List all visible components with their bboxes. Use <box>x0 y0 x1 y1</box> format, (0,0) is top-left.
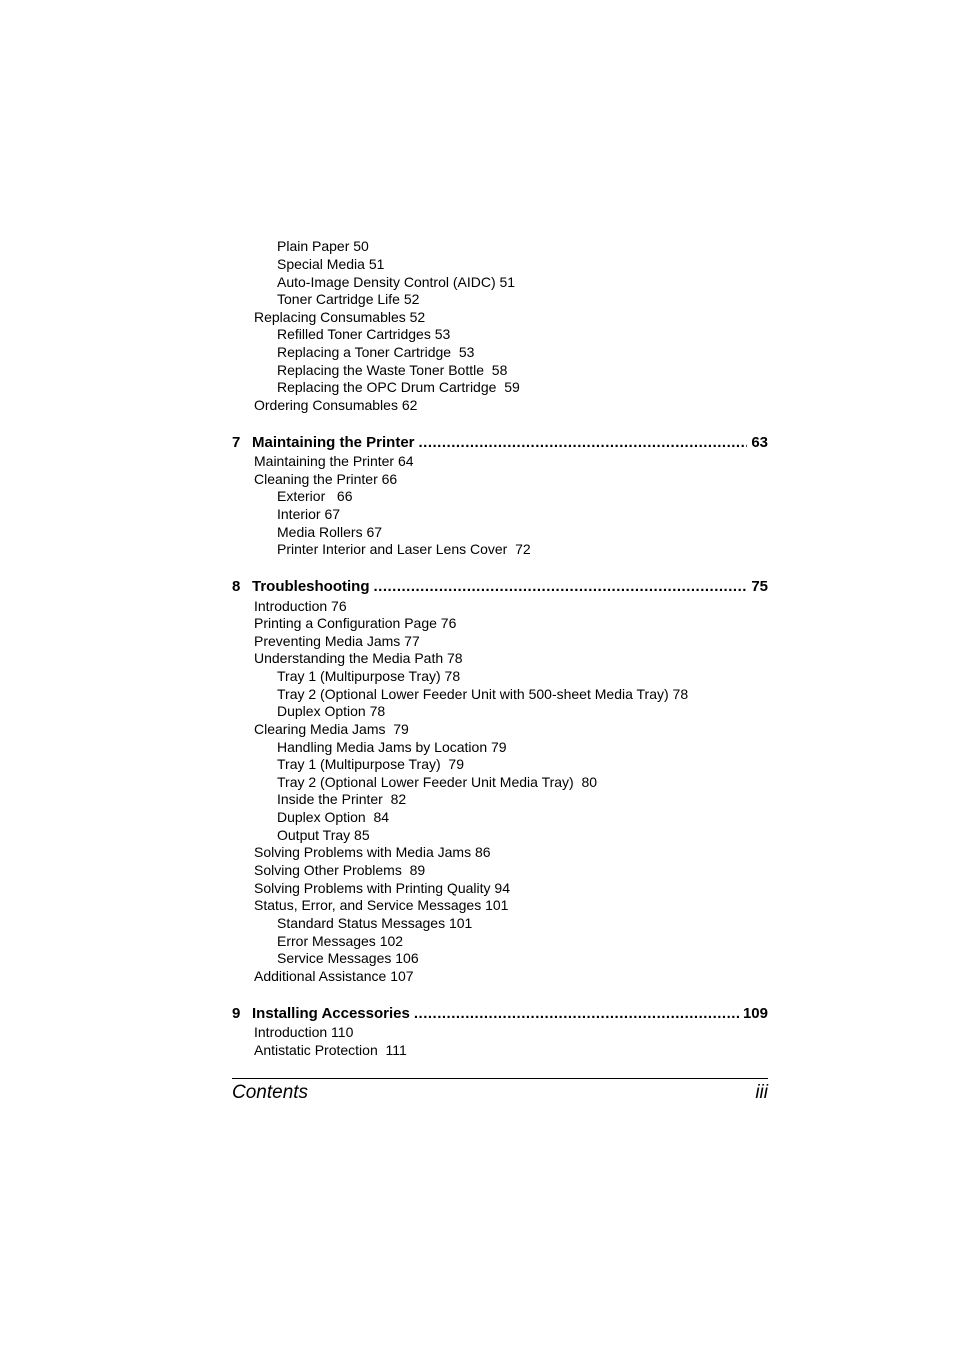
toc-entry[interactable]: Solving Problems with Media Jams 86 <box>254 844 491 861</box>
chapter-page: 63 <box>751 434 768 451</box>
dot-leader <box>414 1005 739 1023</box>
toc-entry[interactable]: Solving Problems with Printing Quality 9… <box>254 880 510 897</box>
toc-entry[interactable]: Printer Interior and Laser Lens Cover 72 <box>277 541 531 558</box>
toc-entry[interactable]: Solving Other Problems 89 <box>254 862 425 879</box>
chapter-number: 7 <box>232 434 241 451</box>
toc-entry[interactable]: Refilled Toner Cartridges 53 <box>277 326 450 343</box>
footer-page-number: iii <box>755 1082 768 1103</box>
toc-entry[interactable]: Ordering Consumables 62 <box>254 397 417 414</box>
toc-entry[interactable]: Tray 2 (Optional Lower Feeder Unit Media… <box>277 774 597 791</box>
chapter-title: Installing Accessories <box>252 1005 410 1022</box>
toc-entry[interactable]: Replacing Consumables 52 <box>254 309 425 326</box>
toc-entry[interactable]: Interior 67 <box>277 506 340 523</box>
toc-entry[interactable]: Media Rollers 67 <box>277 524 382 541</box>
toc-entry[interactable]: Error Messages 102 <box>277 933 403 950</box>
toc-entry[interactable]: Printing a Configuration Page 76 <box>254 615 456 632</box>
footer-section-title: Contents <box>232 1082 309 1103</box>
toc-entry[interactable]: Handling Media Jams by Location 79 <box>277 739 507 756</box>
footer-divider <box>232 1078 768 1079</box>
toc-entry[interactable]: Special Media 51 <box>277 256 384 273</box>
toc-entry[interactable]: Duplex Option 78 <box>277 703 385 720</box>
dot-leader <box>419 434 748 452</box>
toc-entry[interactable]: Toner Cartridge Life 52 <box>277 291 419 308</box>
chapter-page: 75 <box>751 578 768 595</box>
toc-entry[interactable]: Service Messages 106 <box>277 950 419 967</box>
toc-entry[interactable]: Preventing Media Jams 77 <box>254 633 420 650</box>
chapter-heading-9[interactable]: 9 Installing Accessories 109 <box>232 1005 768 1023</box>
toc-entry[interactable]: Cleaning the Printer 66 <box>254 471 397 488</box>
toc-entry[interactable]: Introduction 76 <box>254 598 347 615</box>
chapter-number: 9 <box>232 1005 241 1022</box>
toc-entry[interactable]: Status, Error, and Service Messages 101 <box>254 897 508 914</box>
toc-entry[interactable]: Understanding the Media Path 78 <box>254 650 463 667</box>
toc-entry[interactable]: Plain Paper 50 <box>277 238 369 255</box>
toc-entry[interactable]: Standard Status Messages 101 <box>277 915 472 932</box>
toc-entry[interactable]: Inside the Printer 82 <box>277 791 406 808</box>
toc-entry[interactable]: Antistatic Protection 111 <box>254 1042 407 1059</box>
chapter-page: 109 <box>742 1005 768 1022</box>
toc-entry[interactable]: Auto-Image Density Control (AIDC) 51 <box>277 274 515 291</box>
toc-entry[interactable]: Replacing the Waste Toner Bottle 58 <box>277 362 507 379</box>
chapter-number: 8 <box>232 578 241 595</box>
chapter-heading-7[interactable]: 7 Maintaining the Printer 63 <box>232 434 768 452</box>
toc-entry[interactable]: Clearing Media Jams 79 <box>254 721 409 738</box>
toc-entry[interactable]: Exterior 66 <box>277 488 352 505</box>
toc-entry[interactable]: Replacing a Toner Cartridge 53 <box>277 344 474 361</box>
dot-leader <box>374 578 748 596</box>
chapter-heading-8[interactable]: 8 Troubleshooting 75 <box>232 578 768 596</box>
chapter-title: Maintaining the Printer <box>252 434 415 451</box>
toc-entry[interactable]: Tray 1 (Multipurpose Tray) 78 <box>277 668 460 685</box>
toc-entry[interactable]: Duplex Option 84 <box>277 809 389 826</box>
toc-entry[interactable]: Introduction 110 <box>254 1024 353 1041</box>
chapter-title: Troubleshooting <box>252 578 370 595</box>
toc-entry[interactable]: Tray 2 (Optional Lower Feeder Unit with … <box>277 686 688 703</box>
toc-entry[interactable]: Maintaining the Printer 64 <box>254 453 414 470</box>
toc-entry[interactable]: Output Tray 85 <box>277 827 370 844</box>
toc-entry[interactable]: Tray 1 (Multipurpose Tray) 79 <box>277 756 464 773</box>
toc-entry[interactable]: Replacing the OPC Drum Cartridge 59 <box>277 379 520 396</box>
toc-entry[interactable]: Additional Assistance 107 <box>254 968 414 985</box>
